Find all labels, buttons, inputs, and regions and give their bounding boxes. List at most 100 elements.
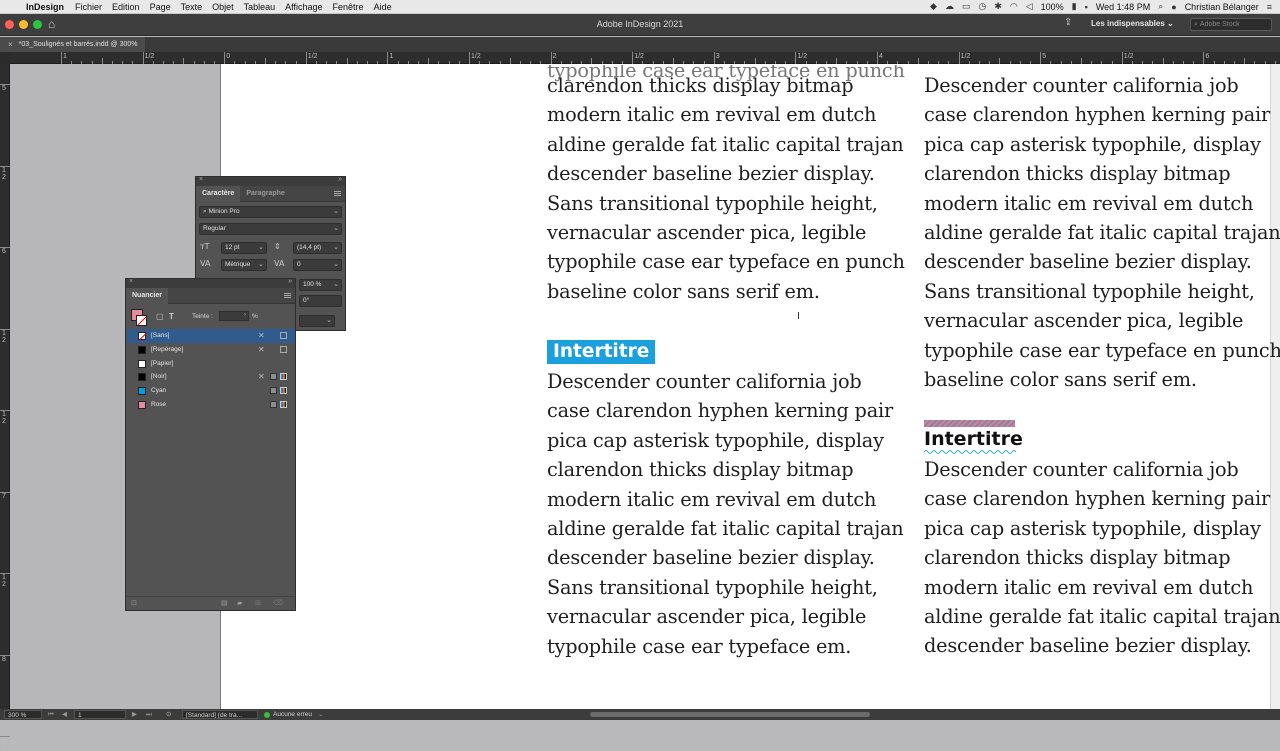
battery-percent[interactable]: 100% <box>1041 2 1064 12</box>
column-2-bottom-text[interactable]: Descender counter california job case cla… <box>924 455 1280 661</box>
menu-aide[interactable]: Aide <box>374 2 392 12</box>
menu-fenetre[interactable]: Fenêtre <box>333 2 364 12</box>
menu-texte[interactable]: Texte <box>181 2 203 12</box>
document-tab[interactable]: × *03_Soulignés et barrés.indd @ 300% <box>0 37 146 52</box>
panel-header[interactable]: × » <box>126 278 295 288</box>
stroke-swatch-icon[interactable] <box>136 315 147 326</box>
kerning-field[interactable]: Métrique ⌄ <box>221 259 267 271</box>
ruler-origin[interactable] <box>0 52 10 64</box>
spotlight-icon[interactable]: ⌕ <box>1158 1 1163 12</box>
chevron-down-icon[interactable]: ⌄ <box>333 280 339 290</box>
swatch-row[interactable]: [Noir] ✕ <box>127 370 295 384</box>
font-size-field[interactable]: 12 pt ⌄ <box>221 242 267 254</box>
swatch-row[interactable]: [Sans] ✕ <box>127 329 295 343</box>
panel-menu-icon[interactable] <box>284 293 291 298</box>
leading-field[interactable]: (14,4 pt) ⌄ <box>293 242 342 254</box>
page-number-field[interactable]: 1 <box>74 710 126 719</box>
preflight-errors[interactable]: Aucune erreu <box>273 710 312 719</box>
collapse-panel-icon[interactable]: » <box>288 278 292 285</box>
tab-paragraphe[interactable]: Paragraphe <box>240 186 291 202</box>
menu-clock[interactable]: Wed 1:48 PM <box>1096 2 1150 12</box>
new-group-icon[interactable]: ▰ <box>237 599 242 607</box>
next-page-icon[interactable]: ▶ <box>132 710 137 719</box>
chevron-down-icon[interactable]: ⌄ <box>333 224 339 234</box>
zoom-level-field[interactable]: 300 % <box>4 710 42 719</box>
menu-fichier[interactable]: Fichier <box>75 2 102 12</box>
chevron-down-icon[interactable]: ⌄ <box>258 260 264 270</box>
first-page-icon[interactable]: ⏮ <box>48 710 54 719</box>
text-format-icon[interactable]: T <box>169 312 174 321</box>
ruler-tick <box>958 52 960 64</box>
time-machine-icon[interactable]: ◷ <box>978 1 986 12</box>
swatch-row[interactable]: Cyan <box>127 384 295 398</box>
last-page-icon[interactable]: ⏭ <box>146 710 152 719</box>
adobe-stock-search[interactable]: ⌕ Adobe Stock <box>1190 18 1272 31</box>
horizontal-scale-field[interactable]: 100 % ⌄ <box>299 279 342 291</box>
swatch-name: [Noir] <box>151 373 167 381</box>
new-swatch-icon[interactable]: ⊞ <box>255 599 261 607</box>
swatch-options-icon[interactable]: ▤ <box>221 599 228 607</box>
menu-tableau[interactable]: Tableau <box>244 2 276 12</box>
panel-header[interactable]: × » <box>196 176 345 186</box>
chevron-right-icon[interactable]: › <box>244 312 246 318</box>
heading-intertitre-highlighted[interactable]: Intertitre <box>547 340 656 364</box>
chevron-down-icon[interactable]: ⌄ <box>333 207 339 217</box>
ruler-tick <box>713 52 715 64</box>
preflight-profile-field[interactable]: [Standard] (de tra... <box>182 710 258 719</box>
column-1-top-text[interactable]: clarendon thicks display bitmap modern it… <box>547 71 905 306</box>
volume-icon[interactable]: ◁ <box>1026 1 1033 12</box>
open-page-icon[interactable]: ⊙ <box>166 710 171 719</box>
prev-page-icon[interactable]: ◀ <box>62 710 67 719</box>
chevron-down-icon[interactable]: ⌄ <box>333 243 339 253</box>
swatch-row[interactable]: [Papier] <box>127 357 295 371</box>
display-icon[interactable]: ▭ <box>962 1 971 12</box>
font-family-field[interactable]: ⌕ Minion Pro ⌄ <box>199 206 342 218</box>
wifi-icon[interactable]: ◠ <box>1010 1 1018 12</box>
menu-app-name[interactable]: InDesign <box>26 2 64 12</box>
close-panel-icon[interactable]: × <box>129 278 133 285</box>
show-swatch-kinds-icon[interactable]: ⊡ <box>131 599 137 607</box>
process-color-icon <box>270 373 277 381</box>
menu-affichage[interactable]: Affichage <box>285 2 322 12</box>
workspace-switcher[interactable]: Les indispensables ⌄ <box>1091 19 1174 28</box>
column-2-top-text[interactable]: Descender counter california job case cla… <box>924 71 1280 394</box>
horizontal-scroll-thumb[interactable] <box>590 712 870 717</box>
panel-menu-icon[interactable] <box>334 191 341 196</box>
user-avatar-icon[interactable]: ● <box>1171 2 1176 12</box>
chevron-down-icon[interactable]: ⌄ <box>318 710 323 719</box>
heading-intertitre-underlined-group[interactable]: Intertitre <box>924 420 1023 454</box>
skew-field[interactable]: 0° <box>299 295 342 307</box>
bluetooth-icon[interactable]: ✱ <box>994 1 1002 12</box>
close-tab-icon[interactable]: × <box>8 40 13 49</box>
column-1-bottom-text[interactable]: Descender counter california job case cla… <box>547 367 904 661</box>
menu-edition[interactable]: Edition <box>112 2 140 12</box>
flag-icon[interactable]: ▪ <box>1085 2 1088 12</box>
container-format-icon[interactable]: ▢ <box>156 312 164 321</box>
tab-caractere[interactable]: Caractère <box>196 185 241 202</box>
tab-nuancier[interactable]: Nuancier <box>126 287 168 304</box>
horizontal-ruler[interactable]: 1 1/2 0 1/2 1 1/2 2 1/2 3 1/2 4 1/2 5 1/2 6 <box>10 52 1280 64</box>
delete-swatch-icon[interactable]: ⌫ <box>273 599 283 607</box>
chevron-down-icon[interactable]: ⌄ <box>333 260 339 270</box>
heading-intertitre-underlined[interactable]: Intertitre <box>924 427 1023 454</box>
tracking-field[interactable]: 0 ⌄ <box>293 259 342 271</box>
tint-field[interactable]: › <box>219 311 249 321</box>
font-style-field[interactable]: Regular ⌄ <box>199 223 342 235</box>
menu-objet[interactable]: Objet <box>212 2 234 12</box>
battery-icon[interactable]: ▮ <box>1072 1 1077 12</box>
menu-page[interactable]: Page <box>150 2 171 12</box>
cloud-icon[interactable]: ☁ <box>945 1 954 12</box>
notification-center-icon[interactable]: ≡ <box>1267 2 1272 12</box>
collapse-panel-icon[interactable]: » <box>338 176 342 183</box>
language-field[interactable]: ⌄ <box>299 315 335 327</box>
swatch-row[interactable]: Rose <box>127 398 295 412</box>
chevron-down-icon[interactable]: ⌄ <box>258 243 264 253</box>
text-line: clarendon thicks display bitmap <box>924 546 1231 570</box>
close-panel-icon[interactable]: × <box>199 176 203 183</box>
menu-user[interactable]: Christian Bélanger <box>1185 2 1259 12</box>
chevron-down-icon[interactable]: ⌄ <box>326 316 332 326</box>
vertical-ruler[interactable]: 5 1 2 6 1 2 1 2 7 1 2 8 1 2 <box>0 64 10 751</box>
share-icon[interactable]: ⇪ <box>1064 17 1072 28</box>
swatch-row[interactable]: [Repérage] ✕ <box>127 343 295 357</box>
dropbox-icon[interactable]: ◆ <box>930 1 937 12</box>
